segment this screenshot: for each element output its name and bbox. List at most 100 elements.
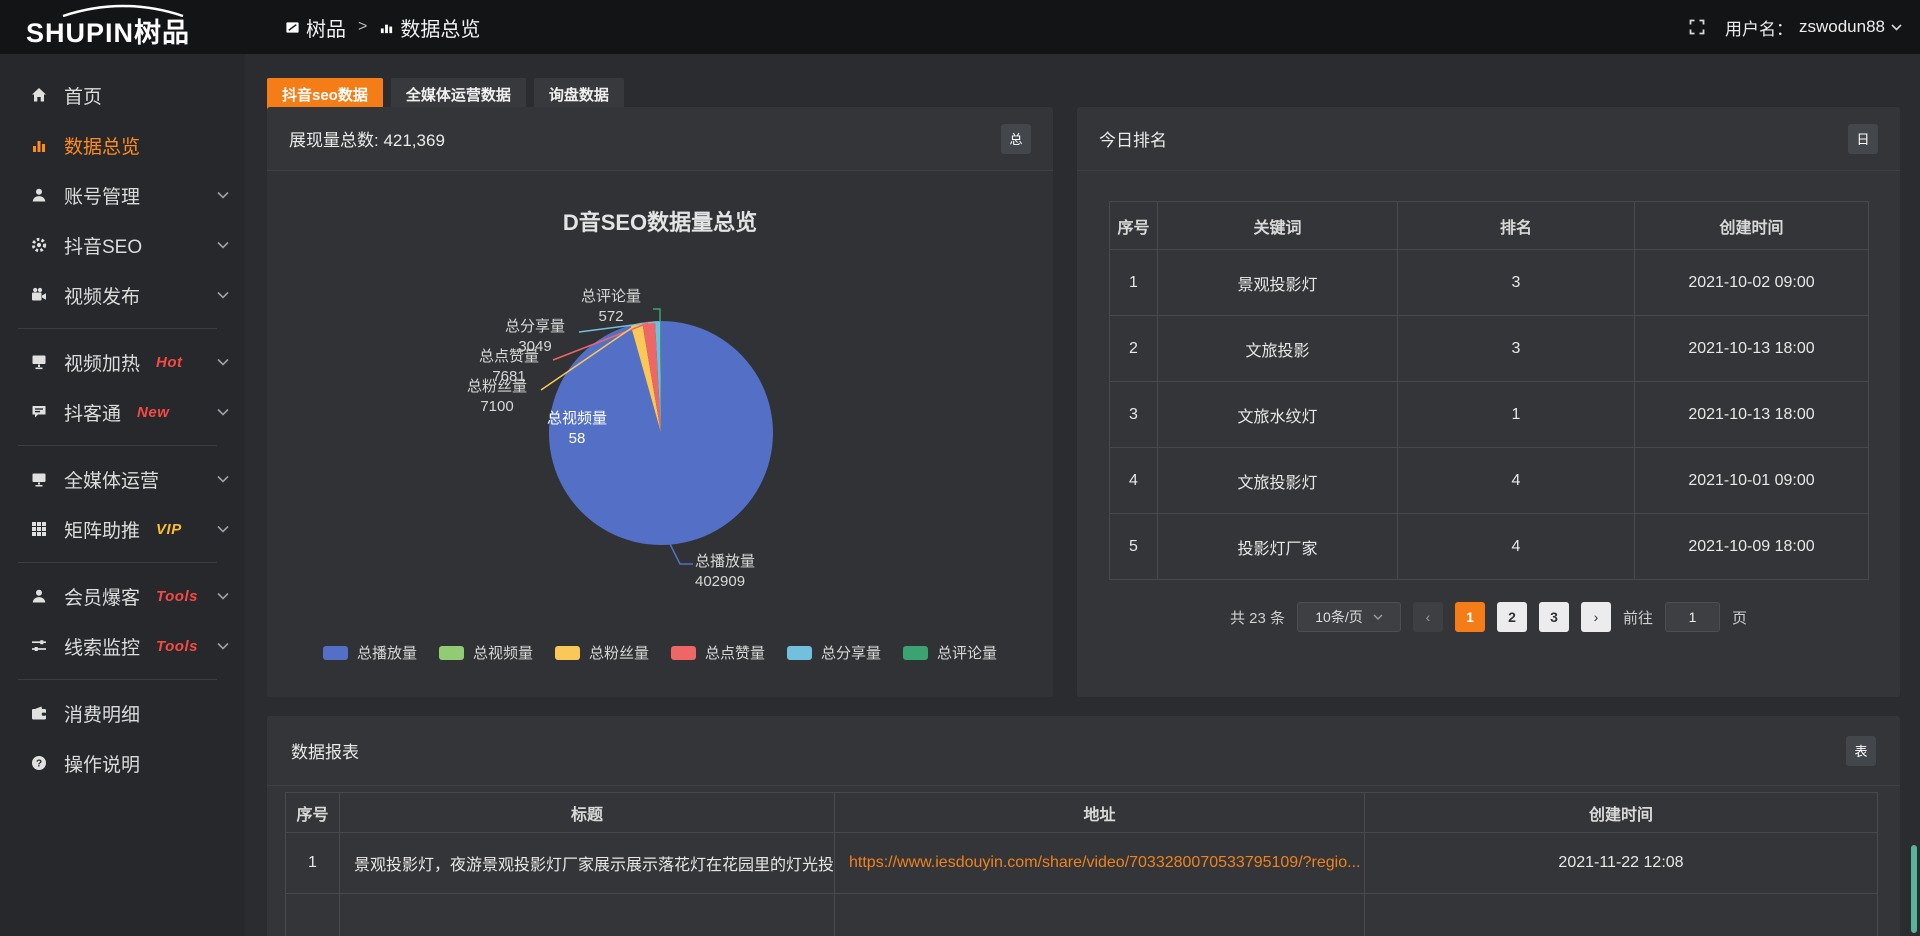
video-title: 景观投影灯，夜游景观投影灯厂家展示展示落花灯在花园里的灯光投影应用效果 # (340, 833, 835, 894)
overview-panel: 展现量总数: 421,369 总 D音SEO数据量总览 总评论量 572 总分享… (267, 107, 1053, 697)
sidebar-item-douyin-seo[interactable]: 抖音SEO (0, 220, 245, 270)
scrollbar-thumb[interactable] (1911, 845, 1917, 933)
home-icon (30, 87, 47, 104)
col-no: 序号 (1110, 202, 1158, 250)
logo-arc (58, 3, 188, 17)
user-menu[interactable]: 用户名：zswodun88 (1725, 15, 1902, 40)
next-page-button[interactable]: › (1581, 602, 1611, 632)
report-panel: 数据报表 表 序号 标题 地址 创建时间 1 景观投影灯，夜游景观投影灯 (267, 716, 1900, 936)
impressions-total: 展现量总数: 421,369 (289, 126, 445, 151)
goto-page-input[interactable] (1665, 602, 1720, 632)
sidebar-item-account[interactable]: 账号管理 (0, 170, 245, 220)
breadcrumb-current[interactable]: 数据总览 (379, 13, 480, 42)
total-count: 共 23 条 (1230, 607, 1285, 628)
chevron-down-icon (1891, 24, 1902, 31)
sidebar: 首页 数据总览 账号管理 抖音SEO 视频发布 视频加热 Hot 抖客通 New… (0, 54, 245, 936)
legend-item-likes[interactable]: 总点赞量 (671, 642, 765, 663)
legend-item-fans[interactable]: 总粉丝量 (555, 642, 649, 663)
chevron-down-icon (217, 525, 229, 533)
table-row: 3 文旅水纹灯 1 2021-10-13 18:00 (1110, 382, 1869, 448)
sidebar-item-video-publish[interactable]: 视频发布 (0, 270, 245, 320)
video-link[interactable]: https://www.iesdouyin.com/share/video/70… (849, 854, 1360, 871)
col-url: 地址 (835, 793, 1365, 833)
goto-label: 前往 (1623, 607, 1653, 628)
table-view-button[interactable]: 表 (1846, 736, 1876, 766)
chevron-down-icon (217, 291, 229, 299)
legend-swatch (555, 646, 580, 660)
legend-swatch (323, 646, 348, 660)
sidebar-item-video-heat[interactable]: 视频加热 Hot (0, 337, 245, 387)
page-size-select[interactable]: 10条/页 (1297, 602, 1401, 632)
sidebar-item-home[interactable]: 首页 (0, 70, 245, 120)
fullscreen-icon[interactable] (1689, 19, 1705, 35)
report-table: 序号 标题 地址 创建时间 1 景观投影灯，夜游景观投影灯厂家展示展示落花灯在花… (285, 792, 1878, 936)
sidebar-item-omnimedia[interactable]: 全媒体运营 (0, 454, 245, 504)
chat-icon (30, 404, 47, 421)
tools-badge: Tools (156, 638, 198, 655)
chevron-down-icon (217, 475, 229, 483)
sidebar-divider (18, 679, 217, 680)
report-panel-header: 数据报表 表 (267, 716, 1900, 786)
svg-text:?: ? (35, 759, 41, 770)
sidebar-item-data-overview[interactable]: 数据总览 (0, 120, 245, 170)
chevron-down-icon (217, 592, 229, 600)
chart-legend: 总播放量 总视频量 总粉丝量 总点赞量 总分享量 总评论量 (267, 642, 1053, 663)
main-content: 抖音seo数据 全媒体运营数据 询盘数据 展现量总数: 421,369 总 D音… (245, 54, 1920, 936)
table-row: 4 文旅投影灯 4 2021-10-01 09:00 (1110, 448, 1869, 514)
screen-icon (30, 354, 47, 371)
col-rank: 排名 (1398, 202, 1635, 250)
table-row: 2 文旅投影 3 2021-10-13 18:00 (1110, 316, 1869, 382)
legend-item-videos[interactable]: 总视频量 (439, 642, 533, 663)
legend-item-comments[interactable]: 总评论量 (903, 642, 997, 663)
sidebar-item-lead-monitor[interactable]: 线索监控 Tools (0, 621, 245, 671)
table-row: 1 景观投影灯 3 2021-10-02 09:00 (1110, 250, 1869, 316)
new-badge: New (137, 404, 169, 421)
sidebar-item-doketong[interactable]: 抖客通 New (0, 387, 245, 437)
legend-item-plays[interactable]: 总播放量 (323, 642, 417, 663)
username-value: zswodun88 (1799, 17, 1885, 37)
sidebar-divider (18, 445, 217, 446)
col-created: 创建时间 (1365, 793, 1878, 833)
sidebar-divider (18, 328, 217, 329)
report-title: 数据报表 (291, 738, 359, 763)
legend-swatch (671, 646, 696, 660)
sidebar-item-member-burst[interactable]: 会员爆客 Tools (0, 571, 245, 621)
page-button-2[interactable]: 2 (1497, 602, 1527, 632)
prev-page-button[interactable]: ‹ (1413, 602, 1443, 632)
col-created: 创建时间 (1635, 202, 1869, 250)
col-keyword: 关键词 (1158, 202, 1398, 250)
total-view-button[interactable]: 总 (1001, 124, 1031, 154)
wallet-icon (30, 705, 47, 722)
ranking-panel: 今日排名 日 序号 关键词 排名 创建时间 1 景观投影灯 (1077, 107, 1900, 697)
sidebar-item-help[interactable]: ? 操作说明 (0, 738, 245, 788)
legend-item-shares[interactable]: 总分享量 (787, 642, 881, 663)
day-view-button[interactable]: 日 (1848, 124, 1878, 154)
overview-panel-header: 展现量总数: 421,369 总 (267, 107, 1053, 171)
table-row: 1 景观投影灯，夜游景观投影灯厂家展示展示落花灯在花园里的灯光投影应用效果 # … (286, 833, 1878, 894)
pie-label-videos: 总视频量 58 (533, 409, 621, 448)
sidebar-item-spend-detail[interactable]: 消费明细 (0, 688, 245, 738)
page-button-1[interactable]: 1 (1455, 602, 1485, 632)
app-logo[interactable]: SHUPIN树品 (0, 0, 245, 54)
chevron-down-icon (217, 408, 229, 416)
monitor-icon (30, 471, 47, 488)
chevron-down-icon (217, 358, 229, 366)
legend-swatch (439, 646, 464, 660)
ranking-table-wrap: 序号 关键词 排名 创建时间 1 景观投影灯 3 2021-10-02 09:0… (1077, 171, 1900, 632)
page-button-3[interactable]: 3 (1539, 602, 1569, 632)
vip-badge: VIP (156, 521, 182, 538)
breadcrumb: 树品 > 数据总览 (285, 13, 480, 42)
ranking-panel-header: 今日排名 日 (1077, 107, 1900, 171)
bar-chart-icon (30, 137, 47, 154)
col-no: 序号 (286, 793, 340, 833)
table-header-row: 序号 关键词 排名 创建时间 (1110, 202, 1869, 250)
bar-chart-icon (379, 20, 394, 35)
sidebar-item-matrix-boost[interactable]: 矩阵助推 VIP (0, 504, 245, 554)
breadcrumb-root[interactable]: 树品 (285, 13, 346, 42)
table-row (286, 894, 1878, 936)
top-header: SHUPIN树品 树品 > 数据总览 用户名：zswodun88 (0, 0, 1920, 54)
breadcrumb-separator: > (358, 18, 367, 36)
pie-chart: D音SEO数据量总览 总评论量 572 总分享量 3049 总点赞量 7681 (267, 171, 1053, 697)
tools-badge: Tools (156, 588, 198, 605)
ranking-title: 今日排名 (1099, 126, 1167, 151)
